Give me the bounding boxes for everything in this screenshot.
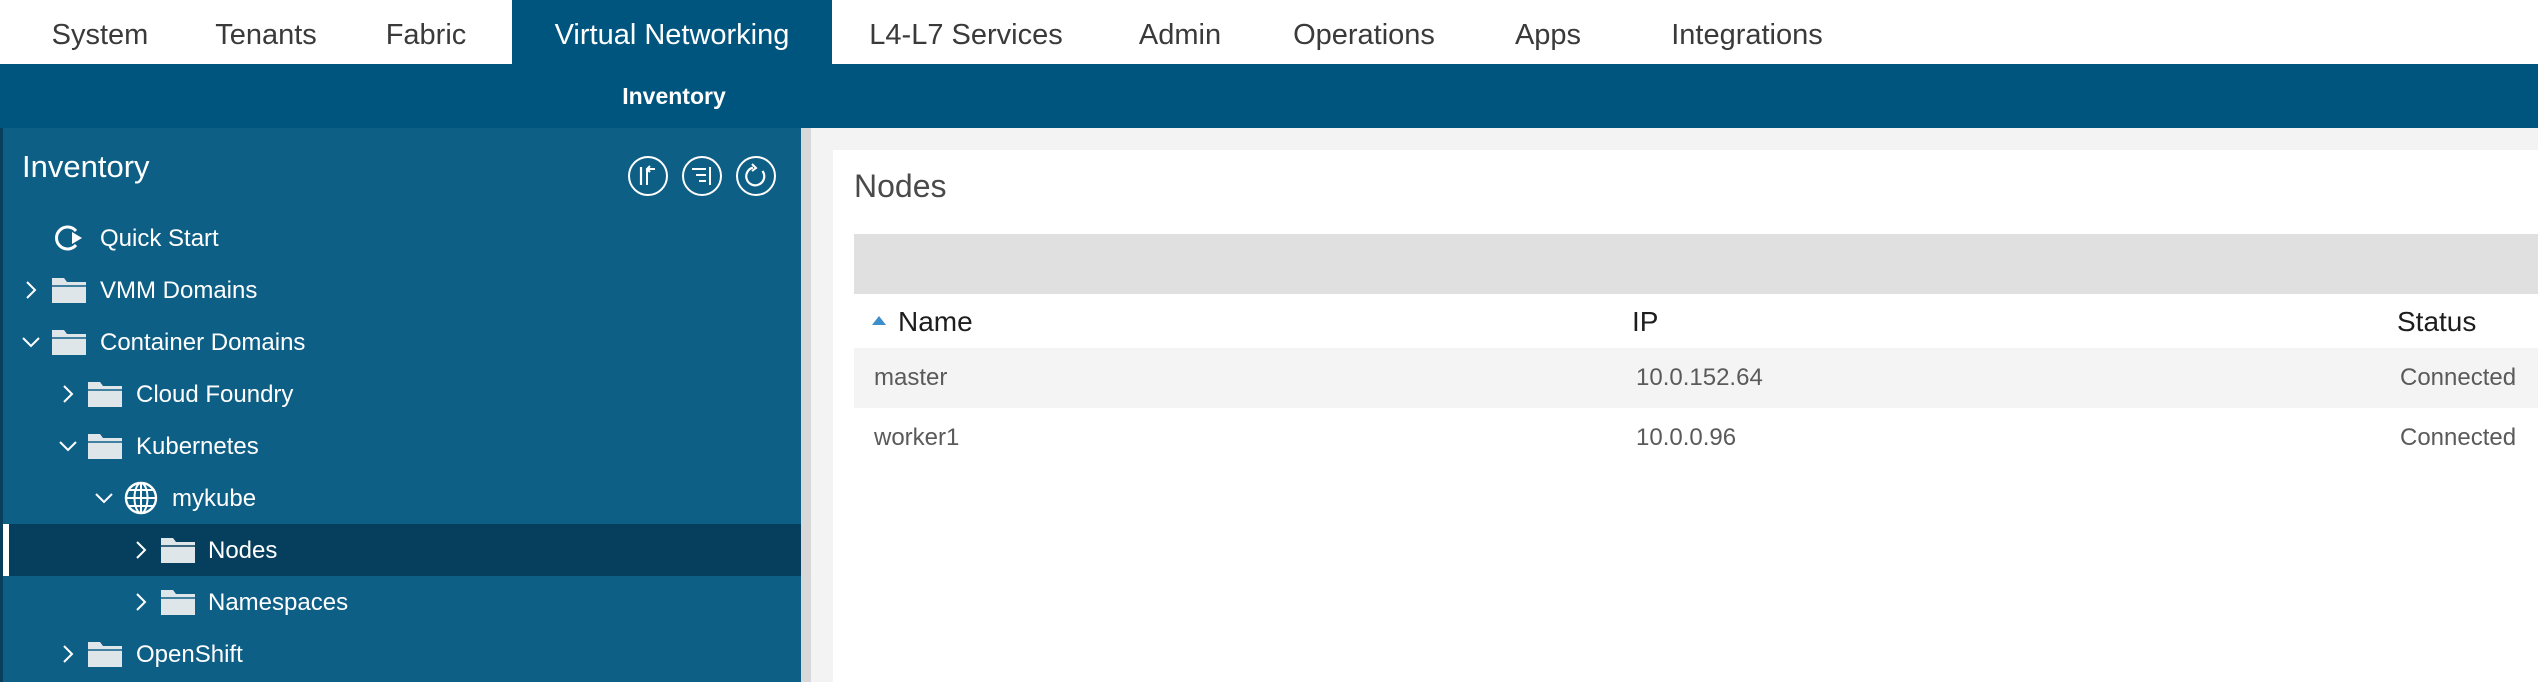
chevron-right-icon[interactable] bbox=[130, 539, 152, 561]
inventory-sidebar: Inventory Quick Start VMM Domains Contai… bbox=[0, 128, 801, 682]
expand-tree-icon[interactable] bbox=[682, 156, 722, 196]
tree-item-cloud-foundry[interactable]: Cloud Foundry bbox=[3, 368, 801, 420]
tree-item-kubernetes[interactable]: Kubernetes bbox=[3, 420, 801, 472]
column-header-status[interactable]: Status bbox=[2397, 306, 2476, 338]
page-title: Nodes bbox=[854, 168, 947, 204]
tree-item-openshift[interactable]: OpenShift bbox=[3, 628, 801, 680]
tab-system[interactable]: System bbox=[30, 0, 170, 64]
tree-item-namespaces[interactable]: Namespaces bbox=[3, 576, 801, 628]
table-row[interactable]: worker1 10.0.0.96 Connected bbox=[854, 408, 2538, 468]
tree-item-quick-start[interactable]: Quick Start bbox=[3, 212, 801, 264]
tab-tenants[interactable]: Tenants bbox=[196, 0, 336, 64]
folder-icon bbox=[86, 639, 124, 669]
tree-item-nodes[interactable]: Nodes bbox=[3, 524, 801, 576]
chevron-down-icon[interactable] bbox=[57, 435, 79, 457]
top-nav: System Tenants Fabric Virtual Networking… bbox=[0, 0, 2538, 64]
tree-item-mykube[interactable]: mykube bbox=[3, 472, 801, 524]
chevron-right-icon[interactable] bbox=[130, 591, 152, 613]
tab-virtual-networking[interactable]: Virtual Networking bbox=[512, 0, 832, 64]
chevron-down-icon[interactable] bbox=[20, 331, 42, 353]
folder-icon bbox=[159, 535, 197, 565]
folder-icon bbox=[50, 327, 88, 357]
chevron-right-icon[interactable] bbox=[57, 383, 79, 405]
tree-label: Kubernetes bbox=[136, 433, 259, 460]
refresh-icon[interactable] bbox=[736, 156, 776, 196]
collapse-tree-icon[interactable] bbox=[628, 156, 668, 196]
folder-icon bbox=[86, 431, 124, 461]
tab-l4-l7-services[interactable]: L4-L7 Services bbox=[848, 0, 1084, 64]
folder-icon bbox=[50, 275, 88, 305]
chevron-right-icon[interactable] bbox=[57, 643, 79, 665]
tab-integrations[interactable]: Integrations bbox=[1640, 0, 1854, 64]
tab-fabric[interactable]: Fabric bbox=[356, 0, 496, 64]
folder-icon bbox=[159, 587, 197, 617]
tab-admin[interactable]: Admin bbox=[1110, 0, 1250, 64]
nodes-panel: Nodes Name IP Status master 10.0.152.64 … bbox=[833, 150, 2538, 682]
quick-start-icon bbox=[50, 223, 88, 253]
tree-label: VMM Domains bbox=[100, 277, 258, 304]
folder-icon bbox=[86, 379, 124, 409]
globe-icon bbox=[122, 480, 160, 516]
sidebar-title: Inventory bbox=[22, 149, 150, 184]
cell-ip: 10.0.0.96 bbox=[1636, 424, 1737, 451]
pane-splitter[interactable] bbox=[801, 128, 811, 682]
chevron-down-icon[interactable] bbox=[93, 487, 115, 509]
table-toolbar bbox=[854, 234, 2538, 294]
column-header-name[interactable]: Name bbox=[898, 306, 973, 338]
table-header: Name IP Status bbox=[854, 294, 2538, 349]
tab-apps[interactable]: Apps bbox=[1478, 0, 1618, 64]
cell-status: Connected bbox=[2400, 424, 2517, 451]
column-header-ip[interactable]: IP bbox=[1632, 306, 1658, 338]
sort-ascending-icon bbox=[872, 316, 886, 325]
tree-label: mykube bbox=[172, 485, 257, 512]
chevron-right-icon[interactable] bbox=[20, 279, 42, 301]
tree-label: Namespaces bbox=[208, 589, 349, 616]
tree-label: Cloud Foundry bbox=[136, 381, 294, 408]
cell-name: worker1 bbox=[874, 424, 960, 451]
tree-item-container-domains[interactable]: Container Domains bbox=[3, 316, 801, 368]
cell-name: master bbox=[874, 364, 948, 391]
cell-status: Connected bbox=[2400, 364, 2517, 391]
table-row[interactable]: master 10.0.152.64 Connected bbox=[854, 348, 2538, 408]
tree-label: Quick Start bbox=[100, 225, 219, 252]
tree-label: Nodes bbox=[208, 537, 278, 564]
cell-ip: 10.0.152.64 bbox=[1636, 364, 1763, 391]
tree-label: OpenShift bbox=[136, 641, 243, 668]
subtab-inventory[interactable]: Inventory bbox=[570, 64, 778, 128]
tree-item-vmm-domains[interactable]: VMM Domains bbox=[3, 264, 801, 316]
tab-operations[interactable]: Operations bbox=[1274, 0, 1454, 64]
sub-nav: Inventory bbox=[0, 64, 2538, 128]
tree-label: Container Domains bbox=[100, 329, 306, 356]
